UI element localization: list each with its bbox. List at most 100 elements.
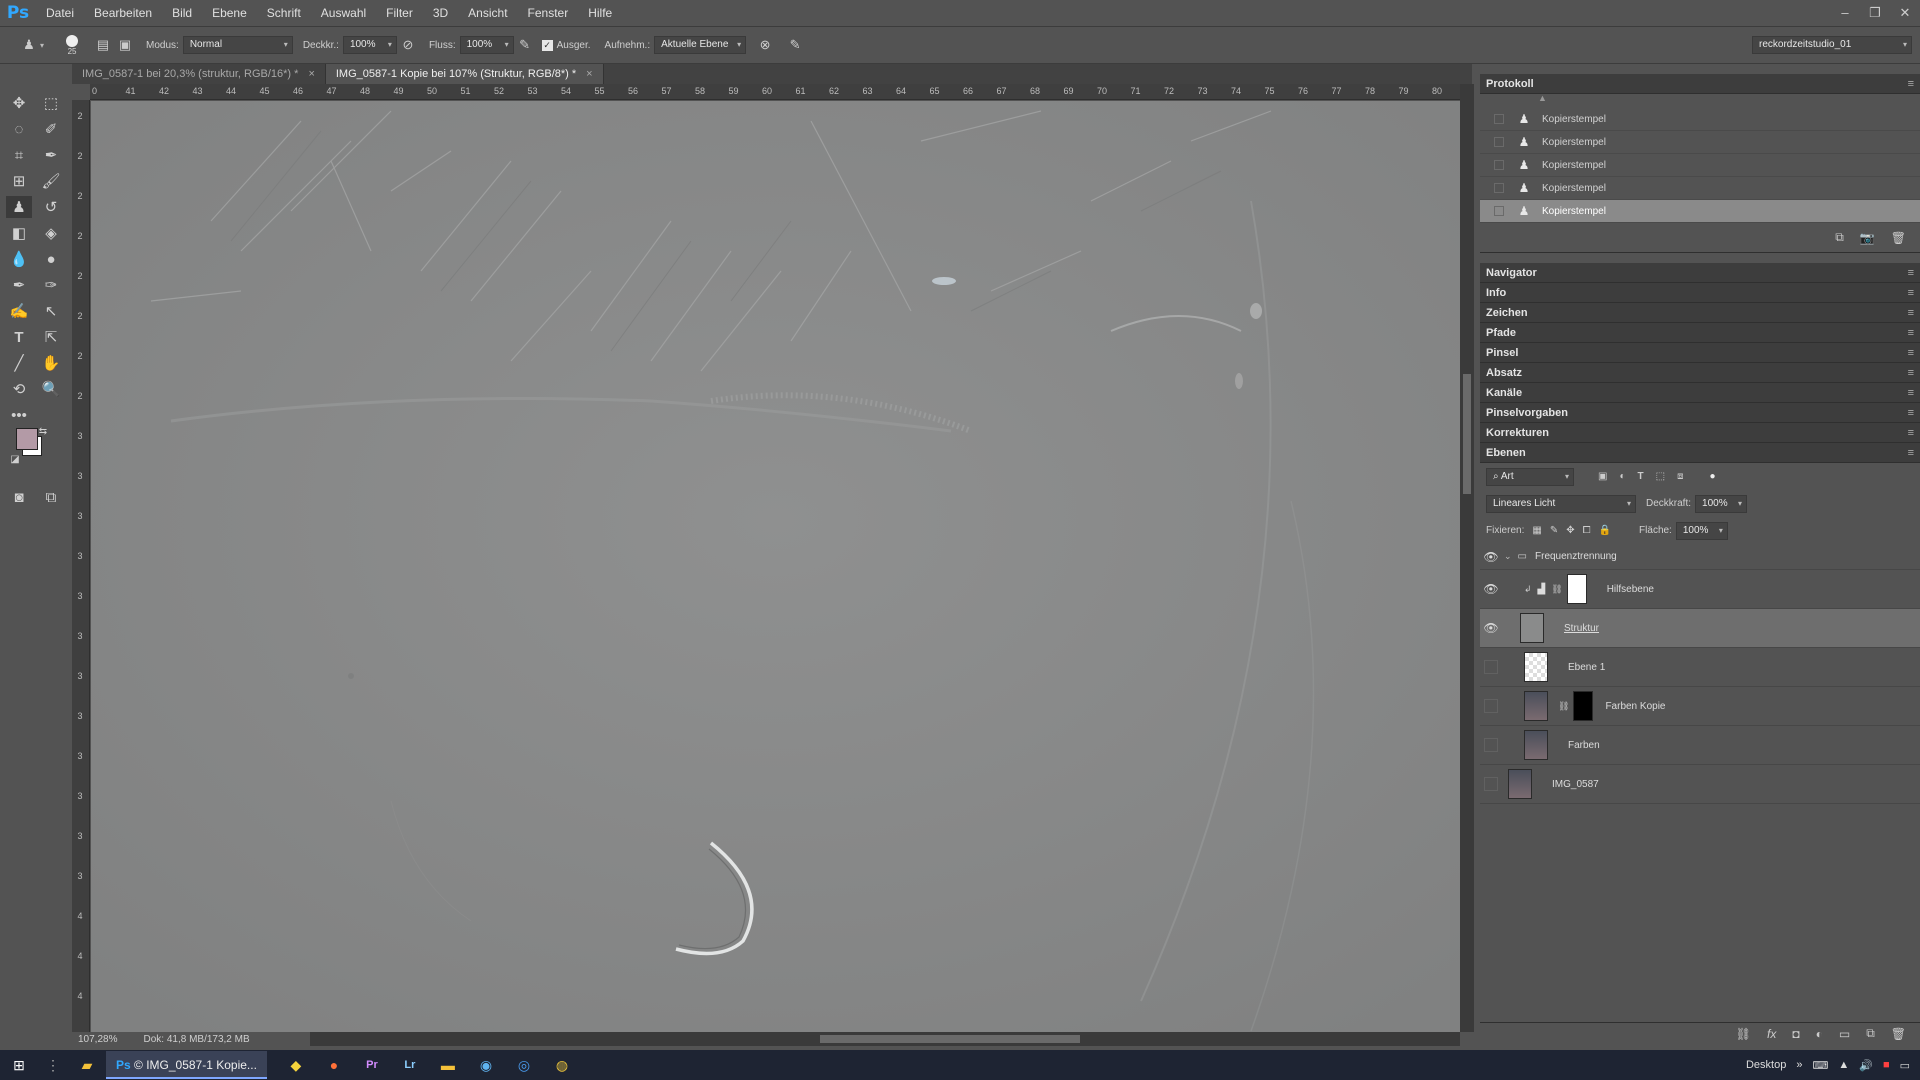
- layer-mask-thumbnail[interactable]: [1566, 574, 1587, 604]
- vertical-scrollbar[interactable]: [1460, 84, 1474, 1032]
- menu-fenster[interactable]: Fenster: [518, 0, 579, 26]
- type-tool-icon[interactable]: T: [6, 326, 32, 348]
- layer-row[interactable]: 👁 ↲ ▟ ⛓ Hilfsebene: [1480, 570, 1920, 609]
- tray-arrow-icon[interactable]: ▲: [1838, 1059, 1849, 1071]
- more-tools-icon[interactable]: •••: [6, 404, 32, 426]
- lock-pixels-icon[interactable]: ✎: [1550, 525, 1558, 536]
- firefox-icon[interactable]: ●: [315, 1050, 353, 1080]
- menu-3d[interactable]: 3D: [423, 0, 458, 26]
- panel-menu-icon[interactable]: ≡: [1908, 323, 1914, 343]
- eye-icon[interactable]: 👁: [1480, 621, 1502, 635]
- history-item[interactable]: ♟ Kopierstempel: [1480, 131, 1920, 154]
- visibility-box[interactable]: [1484, 699, 1498, 713]
- new-adjustment-icon[interactable]: ◐: [1816, 1027, 1823, 1041]
- menu-schrift[interactable]: Schrift: [257, 0, 311, 26]
- layer-row[interactable]: ⛓ Farben Kopie: [1480, 687, 1920, 726]
- rotate-view-tool-icon[interactable]: ⟲: [6, 378, 32, 400]
- scrollbar-thumb[interactable]: [1463, 374, 1471, 494]
- quick-selection-tool-icon[interactable]: ✐: [38, 118, 64, 140]
- move-tool-icon[interactable]: ✥: [6, 92, 32, 114]
- close-icon[interactable]: ✕: [1890, 0, 1920, 26]
- layer-thumbnail[interactable]: [1508, 769, 1532, 799]
- menu-bild[interactable]: Bild: [162, 0, 202, 26]
- panel-menu-icon[interactable]: ≡: [1908, 363, 1914, 383]
- panel-header-kanaele[interactable]: Kanäle ≡: [1480, 383, 1920, 403]
- restore-icon[interactable]: ❐: [1860, 0, 1890, 26]
- history-item[interactable]: ♟ Kopierstempel: [1480, 177, 1920, 200]
- lasso-tool-icon[interactable]: ◌: [6, 118, 32, 140]
- menu-ebene[interactable]: Ebene: [202, 0, 257, 26]
- menu-filter[interactable]: Filter: [376, 0, 423, 26]
- task-view-icon[interactable]: ⋮: [38, 1050, 68, 1080]
- crop-tool-icon[interactable]: ⌗: [6, 144, 32, 166]
- eye-icon[interactable]: 👁: [1480, 582, 1502, 596]
- snapshot-icon[interactable]: 📷: [1860, 231, 1875, 245]
- history-source-box[interactable]: [1494, 114, 1504, 124]
- visibility-box[interactable]: [1484, 777, 1498, 791]
- layer-row[interactable]: Farben: [1480, 726, 1920, 765]
- premiere-icon[interactable]: Pr: [353, 1050, 391, 1080]
- panel-header-pinsel[interactable]: Pinsel ≡: [1480, 343, 1920, 363]
- layer-kind-filter[interactable]: ⌕ Art ▾: [1486, 467, 1574, 486]
- link-icon[interactable]: ⛓: [1551, 584, 1562, 595]
- adobe-cc-icon[interactable]: ■: [1883, 1059, 1890, 1071]
- minimize-icon[interactable]: –: [1830, 0, 1860, 26]
- clone-source-icon[interactable]: ▣: [114, 34, 136, 56]
- airbrush-icon[interactable]: ✎: [514, 34, 536, 56]
- history-item[interactable]: ♟ Kopierstempel: [1480, 154, 1920, 177]
- filter-type-icon[interactable]: T: [1638, 471, 1644, 482]
- chevron-right-icon[interactable]: »: [1796, 1059, 1802, 1071]
- layer-thumbnail[interactable]: [1524, 652, 1548, 682]
- layer-name[interactable]: Struktur: [1564, 623, 1599, 634]
- link-icon[interactable]: ⛓: [1558, 701, 1569, 712]
- filter-shape-icon[interactable]: ⬚: [1656, 471, 1665, 482]
- pressure-size-icon[interactable]: ✎: [784, 34, 806, 56]
- eraser-tool-icon[interactable]: ◧: [6, 222, 32, 244]
- flow-field[interactable]: 100% ▾: [459, 36, 514, 54]
- aligned-checkbox[interactable]: ✓: [541, 39, 553, 51]
- panel-header-info[interactable]: Info ≡: [1480, 283, 1920, 303]
- panel-header-pfade[interactable]: Pfade ≡: [1480, 323, 1920, 343]
- layer-name[interactable]: Hilfsebene: [1607, 584, 1654, 595]
- history-source-box[interactable]: [1494, 183, 1504, 193]
- desktop-label[interactable]: Desktop: [1746, 1059, 1786, 1071]
- link-layers-icon[interactable]: ⛓: [1736, 1027, 1751, 1041]
- pressure-opacity-icon[interactable]: ⊘: [397, 34, 419, 56]
- layer-row-selected[interactable]: 👁 Struktur: [1480, 609, 1920, 648]
- mode-select[interactable]: Normal ▾: [182, 36, 293, 54]
- brush-panel-icon[interactable]: ▤: [92, 34, 114, 56]
- close-icon[interactable]: ×: [308, 68, 314, 80]
- new-layer-icon[interactable]: ⧉: [1866, 1026, 1875, 1041]
- history-source-box[interactable]: [1494, 206, 1504, 216]
- filter-toggle-icon[interactable]: ●: [1709, 471, 1715, 482]
- panel-header-pinselvorgaben[interactable]: Pinselvorgaben ≡: [1480, 403, 1920, 423]
- new-group-icon[interactable]: ▭: [1839, 1027, 1850, 1041]
- menu-auswahl[interactable]: Auswahl: [311, 0, 376, 26]
- hand-tool-icon[interactable]: ✋: [38, 352, 64, 374]
- layer-opacity-field[interactable]: 100% ▾: [1695, 494, 1748, 513]
- visibility-box[interactable]: [1484, 738, 1498, 752]
- filter-pixel-icon[interactable]: ▣: [1598, 471, 1607, 482]
- layer-name[interactable]: Farben Kopie: [1605, 701, 1665, 712]
- panel-menu-icon[interactable]: ≡: [1908, 74, 1914, 94]
- layers-panel-header[interactable]: Ebenen ≡: [1480, 443, 1920, 463]
- trash-icon[interactable]: 🗑: [1891, 1027, 1906, 1041]
- panel-menu-icon[interactable]: ≡: [1908, 283, 1914, 303]
- workspace-select[interactable]: reckordzeitstudio_01 ▾: [1752, 36, 1912, 54]
- eye-icon[interactable]: 👁: [1480, 550, 1502, 564]
- tab-document-2[interactable]: IMG_0587-1 Kopie bei 107% (Struktur, RGB…: [325, 64, 604, 84]
- layer-row[interactable]: IMG_0587: [1480, 765, 1920, 804]
- path-selection-tool-icon[interactable]: ↖: [38, 300, 64, 322]
- direct-selection-tool-icon[interactable]: ⇱: [38, 326, 64, 348]
- blend-mode-select[interactable]: Lineares Licht ▾: [1486, 494, 1636, 513]
- marquee-tool-icon[interactable]: ⬚: [38, 92, 64, 114]
- panel-menu-icon[interactable]: ≡: [1908, 263, 1914, 283]
- paint-bucket-tool-icon[interactable]: ◈: [38, 222, 64, 244]
- filter-smart-object-icon[interactable]: ⧈: [1677, 471, 1683, 482]
- layer-thumbnail[interactable]: [1524, 691, 1548, 721]
- panel-menu-icon[interactable]: ≡: [1908, 303, 1914, 323]
- scrollbar-thumb[interactable]: [820, 1035, 1080, 1043]
- lock-artboard-icon[interactable]: ⧠: [1583, 525, 1591, 536]
- panel-menu-icon[interactable]: ≡: [1908, 383, 1914, 403]
- history-source-box[interactable]: [1494, 160, 1504, 170]
